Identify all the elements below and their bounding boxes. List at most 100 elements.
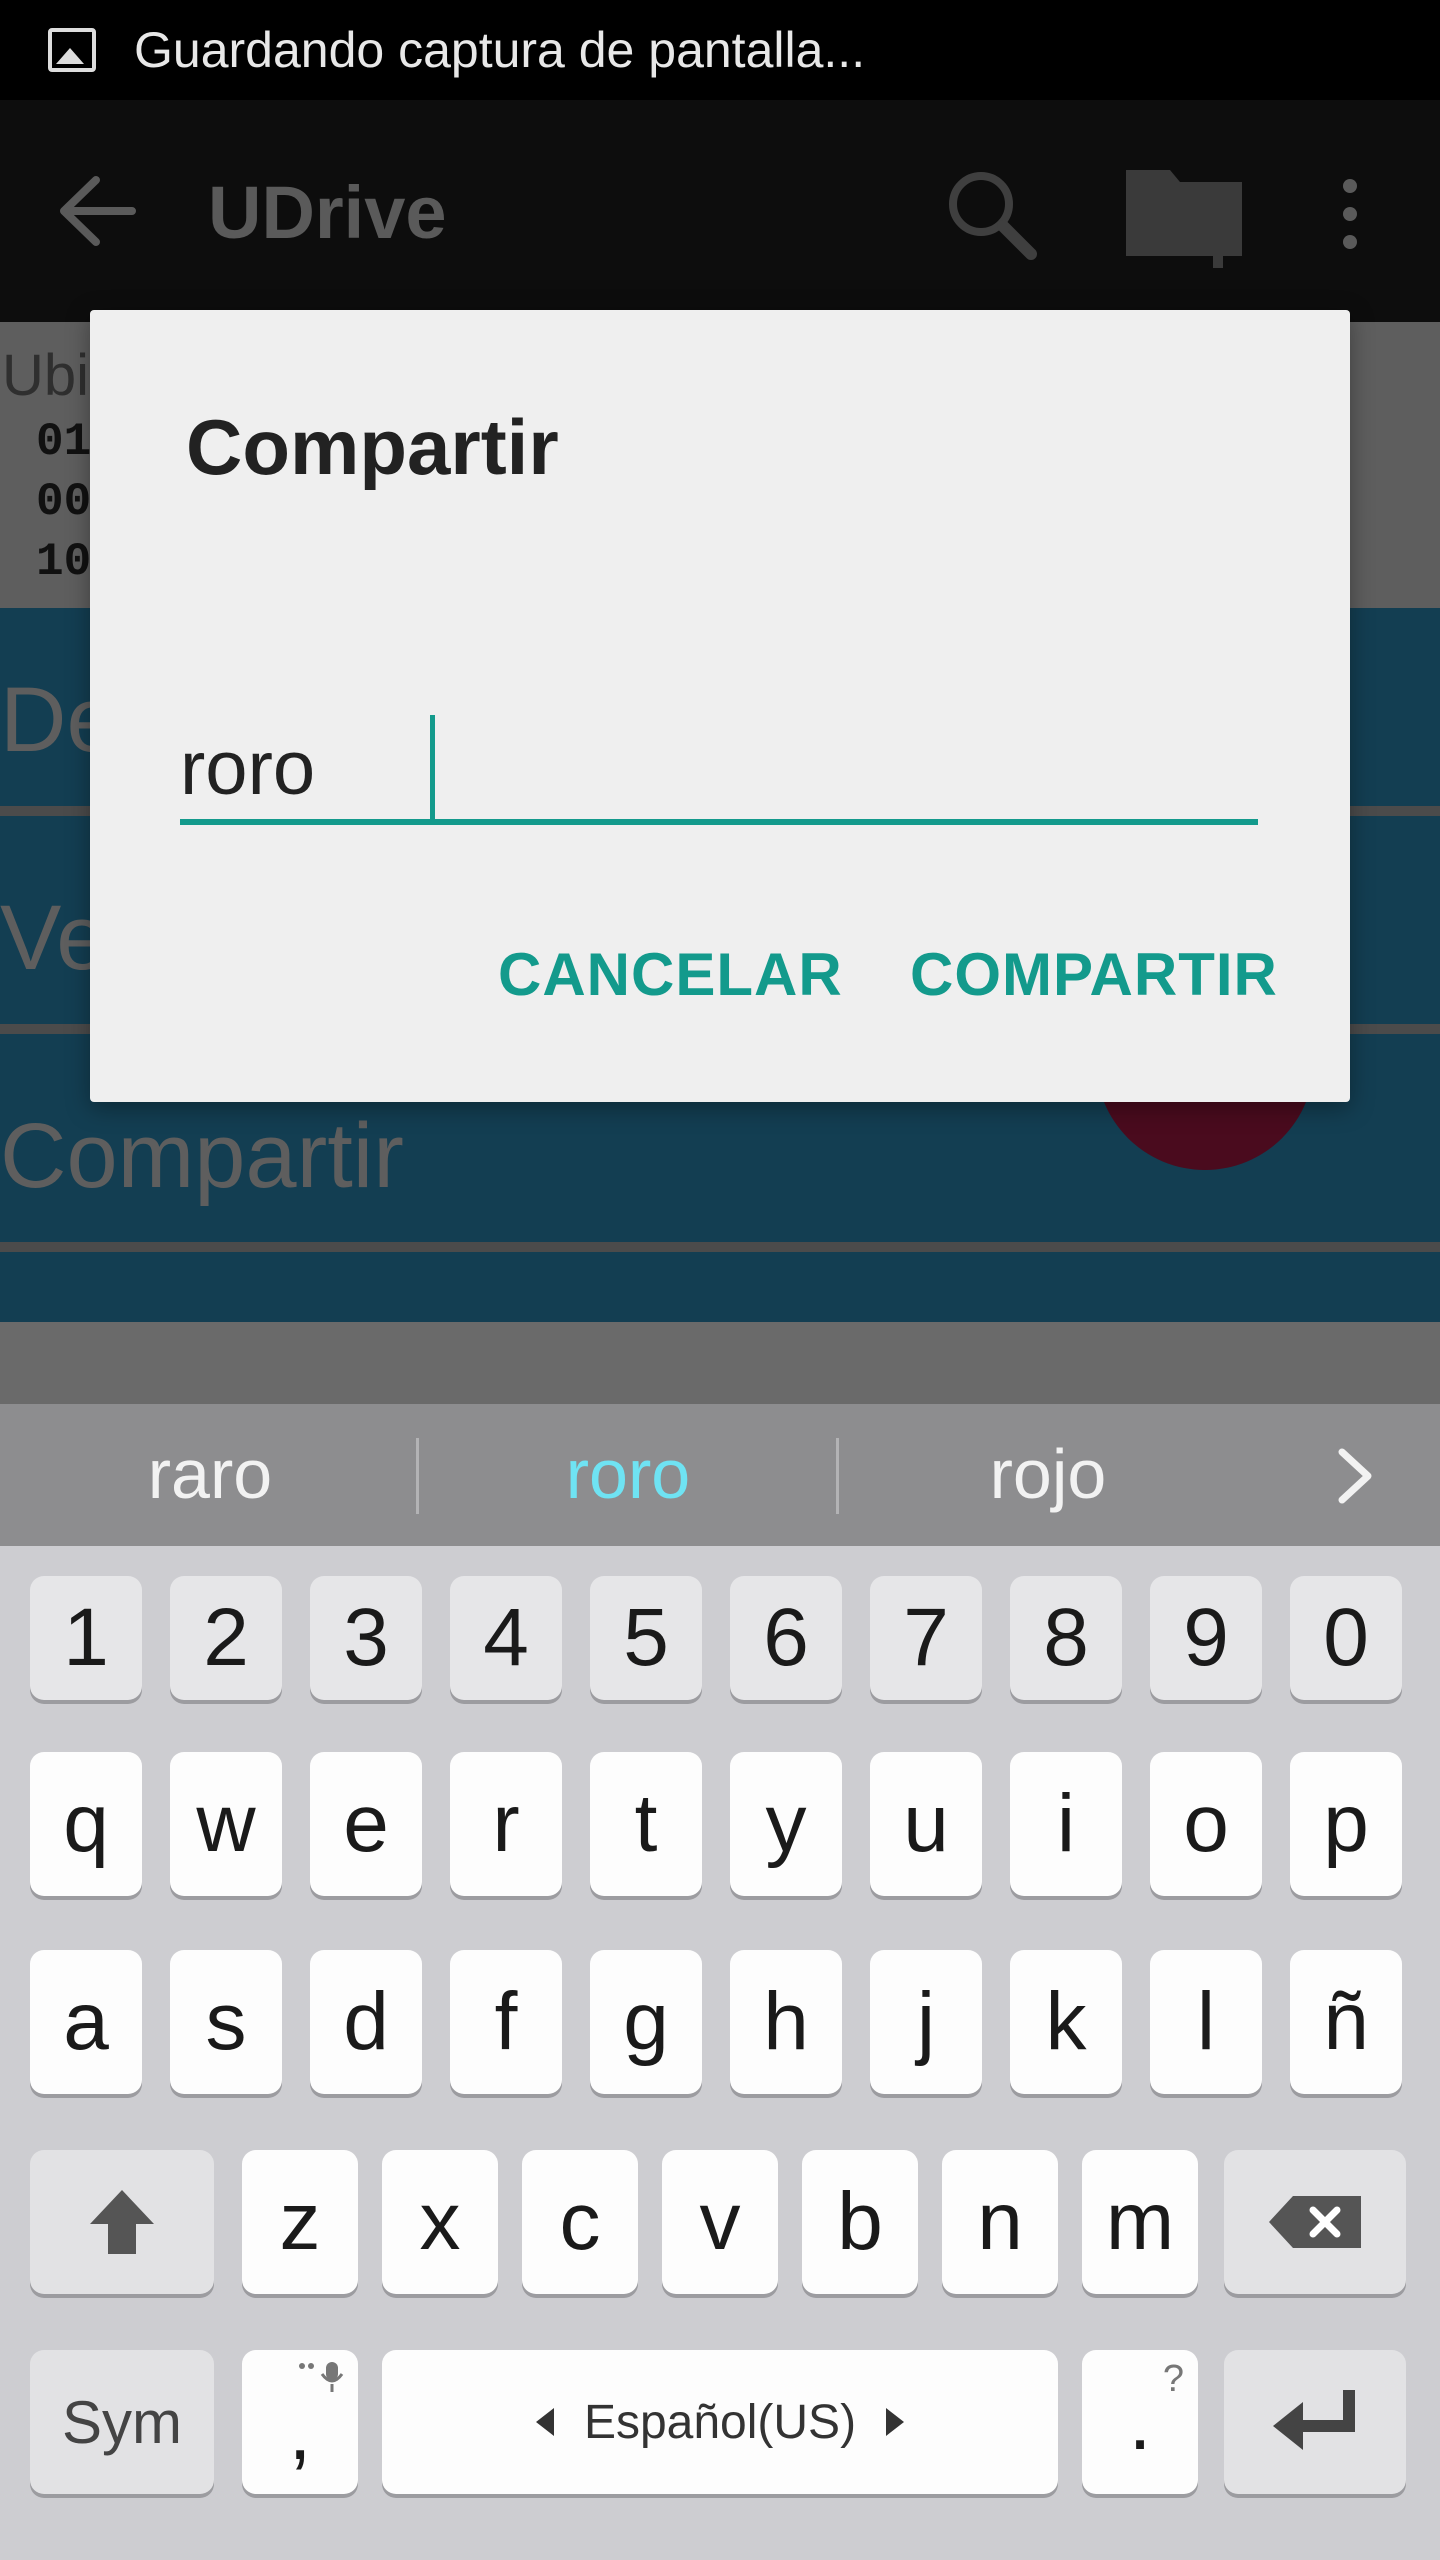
period-hint: ?: [1162, 2358, 1184, 2400]
key[interactable]: c: [522, 2150, 638, 2294]
key-label: 1: [63, 1592, 109, 1683]
key[interactable]: w: [170, 1752, 282, 1896]
option-label: Compartir: [0, 1105, 404, 1207]
back-arrow-icon[interactable]: [58, 176, 136, 246]
key-label: 5: [623, 1592, 669, 1683]
key-label: z: [279, 2176, 321, 2267]
key[interactable]: 4: [450, 1576, 562, 1700]
key-label: i: [1056, 1778, 1076, 1869]
key-label: u: [903, 1778, 949, 1869]
key-label: 7: [903, 1592, 949, 1683]
chevron-right-icon[interactable]: [1330, 1446, 1380, 1506]
key[interactable]: j: [870, 1950, 982, 2094]
key[interactable]: t: [590, 1752, 702, 1896]
key[interactable]: m: [1082, 2150, 1198, 2294]
key[interactable]: p: [1290, 1752, 1402, 1896]
suggestion-item-selected[interactable]: roro: [418, 1434, 838, 1514]
space-key-label: Español(US): [583, 2395, 857, 2449]
search-icon[interactable]: [945, 168, 1037, 260]
key[interactable]: u: [870, 1752, 982, 1896]
key-label: t: [634, 1778, 658, 1869]
key[interactable]: n: [942, 2150, 1058, 2294]
key-label: k: [1045, 1976, 1087, 2067]
share-button[interactable]: COMPARTIR: [910, 940, 1278, 1009]
key[interactable]: y: [730, 1752, 842, 1896]
language-prev-icon: [535, 2408, 554, 2436]
period-key[interactable]: ? .: [1082, 2350, 1198, 2494]
key[interactable]: h: [730, 1950, 842, 2094]
key[interactable]: v: [662, 2150, 778, 2294]
enter-key[interactable]: [1224, 2350, 1406, 2494]
suggestion-item[interactable]: raro: [0, 1434, 420, 1514]
key-label: 0: [1323, 1592, 1369, 1683]
key-label: s: [205, 1976, 247, 2067]
key-label: 8: [1043, 1592, 1089, 1683]
key[interactable]: 9: [1150, 1576, 1262, 1700]
status-notification-text: Guardando captura de pantalla...: [134, 22, 866, 78]
new-folder-icon[interactable]: [1122, 152, 1252, 270]
status-bar: Guardando captura de pantalla...: [0, 0, 1440, 100]
key-label: r: [492, 1778, 520, 1869]
enter-arrow-icon: [1273, 2390, 1355, 2450]
key-label: y: [765, 1778, 807, 1869]
keyboard: 1 2 3 4 5 6 7 8 9 0 q w e r t y u i o p …: [0, 1546, 1440, 2560]
key[interactable]: x: [382, 2150, 498, 2294]
dialog-title: Compartir: [186, 403, 559, 491]
key[interactable]: o: [1150, 1752, 1262, 1896]
key[interactable]: s: [170, 1950, 282, 2094]
key[interactable]: 1: [30, 1576, 142, 1700]
image-icon: [48, 28, 96, 72]
sym-key[interactable]: Sym: [30, 2350, 214, 2494]
key[interactable]: d: [310, 1950, 422, 2094]
file-info-title: Ubi: [2, 343, 90, 408]
key[interactable]: i: [1010, 1752, 1122, 1896]
language-next-icon: [886, 2408, 905, 2436]
key-label: 6: [763, 1592, 809, 1683]
key-label: n: [977, 2176, 1023, 2267]
shift-key[interactable]: [30, 2150, 214, 2294]
key[interactable]: f: [450, 1950, 562, 2094]
key[interactable]: b: [802, 2150, 918, 2294]
app-title: UDrive: [208, 171, 447, 254]
backspace-key[interactable]: [1224, 2150, 1406, 2294]
more-options-icon[interactable]: [1330, 178, 1370, 250]
key[interactable]: 3: [310, 1576, 422, 1700]
key-label: e: [343, 1778, 389, 1869]
key-label: x: [419, 2176, 461, 2267]
key[interactable]: g: [590, 1950, 702, 2094]
key-label: d: [343, 1976, 389, 2067]
key-label: ,: [288, 2386, 312, 2477]
key[interactable]: 7: [870, 1576, 982, 1700]
key-label: 4: [483, 1592, 529, 1683]
key[interactable]: e: [310, 1752, 422, 1896]
key-label: p: [1323, 1778, 1369, 1869]
key[interactable]: 2: [170, 1576, 282, 1700]
key[interactable]: 6: [730, 1576, 842, 1700]
key[interactable]: l: [1150, 1950, 1262, 2094]
key-label: 2: [203, 1592, 249, 1683]
key[interactable]: r: [450, 1752, 562, 1896]
file-info-line: 00: [36, 476, 92, 528]
space-key[interactable]: Español(US): [382, 2350, 1058, 2494]
key[interactable]: k: [1010, 1950, 1122, 2094]
key[interactable]: z: [242, 2150, 358, 2294]
key-label: c: [559, 2176, 601, 2267]
scrim-band: [0, 1322, 1440, 1404]
share-input[interactable]: roro: [180, 695, 1258, 825]
key[interactable]: 5: [590, 1576, 702, 1700]
key-label: h: [763, 1976, 809, 2067]
share-dialog: Compartir roro CANCELAR COMPARTIR: [90, 310, 1350, 1102]
key[interactable]: a: [30, 1950, 142, 2094]
file-info-line: 10: [36, 536, 92, 588]
suggestion-item[interactable]: rojo: [838, 1434, 1258, 1514]
comma-key[interactable]: ,: [242, 2350, 358, 2494]
key[interactable]: 0: [1290, 1576, 1402, 1700]
key[interactable]: q: [30, 1752, 142, 1896]
share-input-value: roro: [180, 726, 316, 811]
key-label: g: [623, 1976, 669, 2067]
cancel-button[interactable]: CANCELAR: [498, 940, 843, 1009]
shift-arrow-icon: [90, 2190, 154, 2254]
key-label: w: [196, 1778, 256, 1869]
key[interactable]: 8: [1010, 1576, 1122, 1700]
key[interactable]: ñ: [1290, 1950, 1402, 2094]
